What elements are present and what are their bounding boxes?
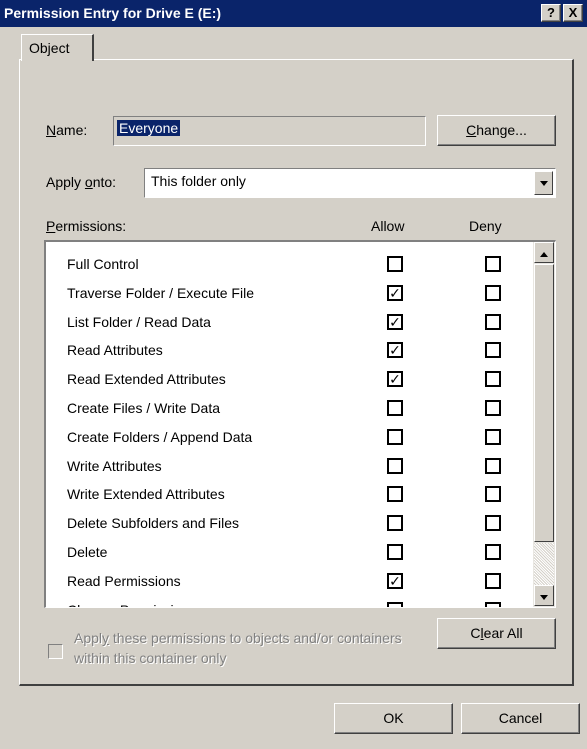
permission-row: List Folder / Read Data ✓ [46,308,536,337]
deny-checkbox[interactable] [485,515,501,532]
allow-checkbox[interactable] [387,486,403,503]
apply-onto-value: This folder only [151,173,246,189]
permission-name: Write Attributes [67,457,162,474]
allow-checkbox[interactable] [387,601,403,607]
deny-checkbox[interactable] [485,342,501,359]
permission-row: Create Folders / Append Data [46,423,536,452]
allow-checkbox[interactable] [387,457,403,474]
allow-checkbox[interactable]: ✓ [387,572,403,589]
permission-row: Delete [46,538,536,567]
deny-checkbox[interactable] [485,601,501,607]
cancel-button[interactable]: Cancel [461,703,580,734]
permission-row: Delete Subfolders and Files [46,509,536,538]
allow-checkbox[interactable]: ✓ [387,313,403,330]
help-button[interactable]: ? [541,4,561,22]
deny-checkbox[interactable] [485,428,501,445]
permission-name: Delete [67,544,108,560]
permission-row: Read Attributes ✓ [46,336,536,365]
dropdown-button[interactable] [534,171,553,195]
apply-onto-select[interactable]: This folder only [144,168,556,198]
close-button[interactable]: X [563,4,583,22]
permission-row: Change Permissions [46,596,536,607]
permission-row: Traverse Folder / Execute File ✓ [46,279,536,308]
permission-row: Write Extended Attributes [46,480,536,509]
permission-name: Read Permissions [67,572,181,589]
name-field[interactable]: Everyone [113,116,426,146]
permission-name: Full Control [67,256,139,272]
tab-object-label: Object [29,40,70,56]
allow-checkbox[interactable]: ✓ [387,284,403,301]
allow-checkbox[interactable] [387,400,403,416]
permission-row: Write Attributes [46,452,536,481]
apply-onto-label: Apply onto: [46,174,117,190]
deny-checkbox[interactable] [485,371,501,388]
deny-checkbox[interactable] [485,256,501,272]
deny-checkbox[interactable] [485,457,501,474]
permission-row: Create Files / Write Data [46,394,536,423]
permissions-list: Full Control Traverse Folder / Execute Fi… [44,240,556,608]
allow-checkbox[interactable]: ✓ [387,342,403,359]
ok-button[interactable]: OK [334,703,453,734]
allow-checkbox[interactable] [387,256,403,272]
title-bar: Permission Entry for Drive E (E:) ? X [0,0,587,27]
name-label: Name: [46,122,88,138]
allow-checkbox[interactable] [387,428,403,445]
permission-name: Change Permissions [67,602,196,607]
deny-checkbox[interactable] [485,400,501,416]
allow-checkbox[interactable] [387,544,403,560]
permission-name: Traverse Folder / Execute File [67,284,254,301]
vertical-scrollbar[interactable] [533,242,555,607]
permission-name: Create Files / Write Data [67,400,221,416]
change-button[interactable]: Change... [437,115,556,146]
permission-name: Read Extended Attributes [67,371,226,388]
scroll-down-button[interactable] [534,585,554,606]
allow-checkbox[interactable] [387,515,403,532]
deny-header: Deny [469,218,502,234]
chevron-down-icon [540,181,548,186]
clear-all-button[interactable]: Clear All [437,618,556,649]
permission-row: Read Extended Attributes ✓ [46,365,536,394]
permission-name: Write Extended Attributes [67,486,225,503]
allow-checkbox[interactable]: ✓ [387,371,403,388]
permission-name: Create Folders / Append Data [67,428,253,445]
permission-name: Read Attributes [67,342,163,359]
apply-these-label: Apply these permissions to objects and/o… [74,630,402,666]
deny-checkbox[interactable] [485,313,501,330]
tab-object[interactable]: Object [21,34,94,61]
scroll-track[interactable] [534,543,554,585]
permission-row: Read Permissions ✓ [46,567,536,596]
deny-checkbox[interactable] [485,572,501,589]
deny-checkbox[interactable] [485,544,501,560]
scroll-up-button[interactable] [534,242,554,263]
arrow-up-icon [540,252,548,257]
permissions-label: Permissions: [46,218,127,234]
name-value: Everyone [117,120,181,136]
window-title: Permission Entry for Drive E (E:) [4,5,222,21]
deny-checkbox[interactable] [485,486,501,503]
scroll-thumb[interactable] [534,264,554,542]
arrow-down-icon [540,595,548,600]
apply-these-checkbox[interactable] [48,644,63,659]
allow-header: Allow [371,218,405,234]
permission-name: Delete Subfolders and Files [67,515,239,532]
permission-row: Full Control [46,250,536,279]
deny-checkbox[interactable] [485,284,501,301]
permission-name: List Folder / Read Data [67,313,211,330]
